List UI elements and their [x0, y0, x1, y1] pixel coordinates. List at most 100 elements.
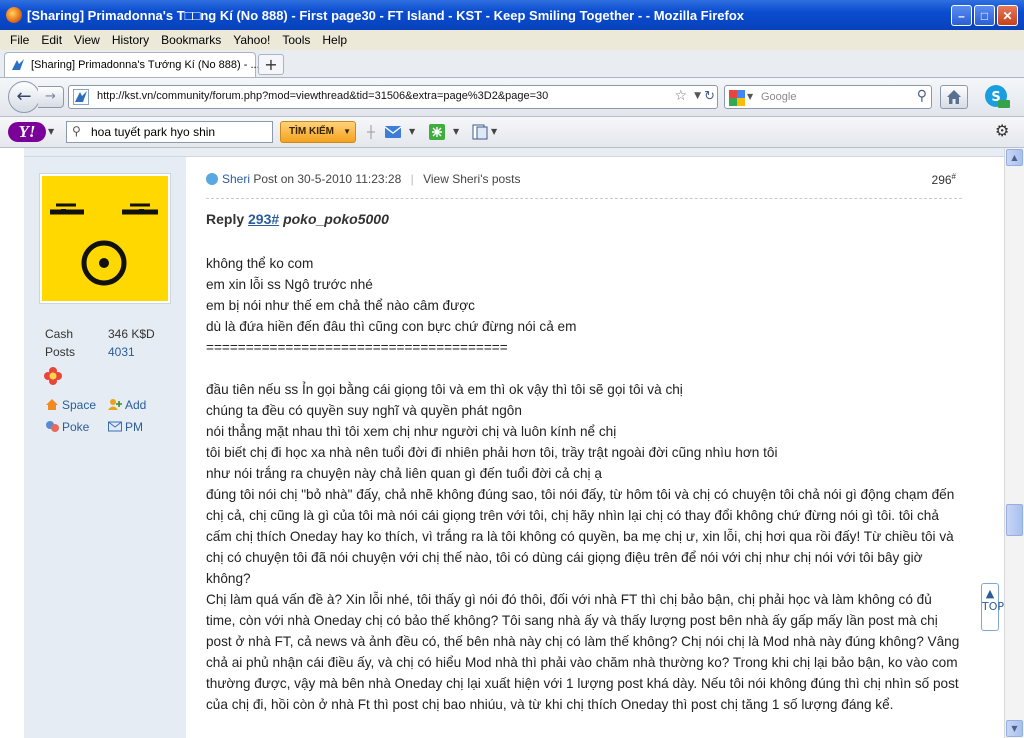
- space-link[interactable]: Space: [45, 398, 96, 412]
- page-top-band: [24, 148, 1004, 157]
- post-timestamp: Post on 30-5-2010 11:23:28: [253, 172, 402, 186]
- post-paragraph: đúng tôi nói chị "bỏ nhà" đấy, chả nhẽ k…: [206, 487, 955, 586]
- yahoo-search-value[interactable]: hoa tuyết park hyo shin: [91, 125, 215, 139]
- window-title: [Sharing] Primadonna's T□□ng Kí (No 888)…: [27, 8, 745, 23]
- post-line: em xin lỗi ss Ngô trước nhé: [206, 277, 373, 292]
- post-paragraph: Chị làm quá vấn đề à? Xin lỗi nhé, tôi t…: [206, 592, 960, 712]
- posts-label: Posts: [45, 345, 76, 359]
- post-header: Sheri Post on 30-5-2010 11:23:28 | View …: [206, 172, 962, 199]
- add-link-label: Add: [125, 398, 147, 412]
- mail-dropdown-icon[interactable]: ▼: [409, 127, 415, 136]
- google-engine-icon: [729, 90, 745, 106]
- menu-edit[interactable]: Edit: [35, 30, 68, 47]
- avatar-face-drawing: [42, 176, 168, 301]
- forward-button[interactable]: →: [38, 86, 64, 108]
- notepad-dropdown-icon[interactable]: ▼: [491, 127, 497, 136]
- search-placeholder[interactable]: Google: [761, 91, 796, 103]
- post-number[interactable]: 296#: [932, 172, 956, 187]
- maximize-button[interactable]: □: [974, 5, 995, 26]
- yahoo-toolbar: Y! ▼ ⚲ hoa tuyết park hyo shin TÌM KIẾM …: [0, 117, 1024, 148]
- tab-strip: [Sharing] Primadonna's Tướng Kí (No 888)…: [0, 50, 1024, 78]
- yahoo-search-icon: ⚲: [72, 124, 81, 138]
- reply-post-ref-link[interactable]: 293#: [248, 211, 279, 227]
- site-favicon-icon: [73, 89, 89, 105]
- menu-tools[interactable]: Tools: [276, 30, 316, 47]
- minimize-button[interactable]: –: [951, 5, 972, 26]
- mail-icon[interactable]: [384, 124, 402, 140]
- house-icon: [46, 399, 58, 410]
- back-to-top-button[interactable]: ▲ TOP: [981, 583, 1004, 631]
- window-titlebar: [Sharing] Primadonna's T□□ng Kí (No 888)…: [0, 0, 1024, 30]
- menu-yahoo[interactable]: Yahoo!: [227, 30, 276, 47]
- forward-arrow-icon: →: [45, 89, 56, 104]
- home-icon: [947, 90, 961, 104]
- poke-link[interactable]: Poke: [45, 420, 89, 434]
- post-number-value: 296: [931, 173, 952, 187]
- yahoo-search-button-label: TÌM KIẾM: [289, 126, 334, 137]
- post-divider-line: ======================================: [206, 340, 508, 355]
- yahoo-search-dropdown-icon[interactable]: ▼: [343, 122, 351, 142]
- menu-help[interactable]: Help: [316, 30, 353, 47]
- navigation-bar: ← → http://kst.vn/community/forum.php?mo…: [0, 78, 1024, 117]
- firefox-icon: [6, 7, 22, 23]
- back-button[interactable]: ←: [8, 81, 40, 113]
- tab-sharing-primadonna[interactable]: [Sharing] Primadonna's Tướng Kí (No 888)…: [4, 52, 260, 77]
- add-friend-icon: [108, 399, 122, 410]
- widgets-icon[interactable]: [428, 124, 446, 140]
- address-bar[interactable]: http://kst.vn/community/forum.php?mod=vi…: [68, 85, 718, 109]
- url-text[interactable]: http://kst.vn/community/forum.php?mod=vi…: [97, 90, 548, 102]
- post-line: dù là đứa hiền đến đâu thì cũng con bực …: [206, 319, 577, 334]
- post-number-hash: #: [951, 172, 956, 181]
- vertical-scrollbar[interactable]: ▲ ▼: [1004, 148, 1024, 738]
- menu-history[interactable]: History: [106, 30, 155, 47]
- scroll-thumb[interactable]: [1006, 504, 1023, 536]
- close-button[interactable]: ✕: [997, 5, 1018, 26]
- yahoo-search-button[interactable]: TÌM KIẾM ▼: [280, 121, 356, 143]
- menu-bookmarks[interactable]: Bookmarks: [155, 30, 227, 47]
- space-link-label: Space: [62, 398, 97, 412]
- yahoo-logo-icon[interactable]: Y!: [8, 122, 46, 142]
- post-line: tôi biết chị đi học xa nhà nên tuổi đời …: [206, 445, 778, 460]
- scroll-up-button[interactable]: ▲: [1006, 149, 1023, 166]
- yahoo-menu-dropdown-icon[interactable]: ▼: [48, 127, 54, 136]
- post-line: chúng ta đều có quyền suy nghĩ và quyền …: [206, 403, 522, 418]
- menu-file[interactable]: File: [0, 30, 35, 47]
- search-magnifier-icon[interactable]: ⚲: [917, 88, 927, 104]
- toolbar-separator-icon: [367, 125, 375, 139]
- url-history-dropdown-icon[interactable]: ▼: [694, 91, 701, 101]
- scroll-down-button[interactable]: ▼: [1006, 720, 1023, 737]
- engine-dropdown-icon[interactable]: ▼: [747, 92, 753, 101]
- tab-label: [Sharing] Primadonna's Tướng Kí (No 888)…: [31, 59, 260, 71]
- online-status-icon: [206, 173, 218, 185]
- new-tab-button[interactable]: +: [258, 54, 284, 75]
- post-line: em bị nói như thế em chả thể nào câm đượ…: [206, 298, 475, 313]
- cash-value: 346 K$D: [108, 327, 155, 341]
- pm-link[interactable]: PM: [108, 420, 143, 434]
- medal-flower-icon: [44, 367, 62, 385]
- post-line: không thể ko com: [206, 256, 314, 271]
- home-button[interactable]: [940, 85, 968, 109]
- avatar[interactable]: [40, 174, 170, 303]
- poke-link-label: Poke: [62, 420, 90, 434]
- cash-label: Cash: [45, 327, 74, 341]
- post-body: không thể ko com em xin lỗi ss Ngô trước…: [206, 253, 962, 715]
- widgets-dropdown-icon[interactable]: ▼: [453, 127, 459, 136]
- notepad-icon[interactable]: [471, 124, 489, 140]
- post-line: như nói trắng ra chuyện này chả liên qua…: [206, 466, 602, 481]
- toolbar-settings-gear-icon[interactable]: ⚙: [995, 121, 1009, 140]
- menu-view[interactable]: View: [68, 30, 106, 47]
- posts-value[interactable]: 4031: [108, 345, 135, 359]
- bookmark-star-icon[interactable]: ☆: [674, 88, 687, 104]
- search-bar[interactable]: ▼ Google ⚲: [724, 85, 932, 109]
- back-arrow-icon: ←: [16, 86, 32, 107]
- yahoo-search-input[interactable]: ⚲ hoa tuyết park hyo shin: [66, 121, 273, 143]
- kst-favicon-icon: [11, 58, 25, 72]
- post-author-link[interactable]: Sheri: [222, 172, 250, 186]
- skype-addon-icon[interactable]: S: [980, 82, 1012, 112]
- header-divider: |: [410, 172, 414, 186]
- add-friend-link[interactable]: Add: [108, 398, 146, 412]
- menu-bar: File Edit View History Bookmarks Yahoo! Tools H…: [0, 30, 1024, 50]
- pm-link-label: PM: [125, 420, 143, 434]
- reload-icon[interactable]: ↻: [704, 89, 715, 104]
- view-posts-link[interactable]: View Sheri's posts: [423, 172, 520, 186]
